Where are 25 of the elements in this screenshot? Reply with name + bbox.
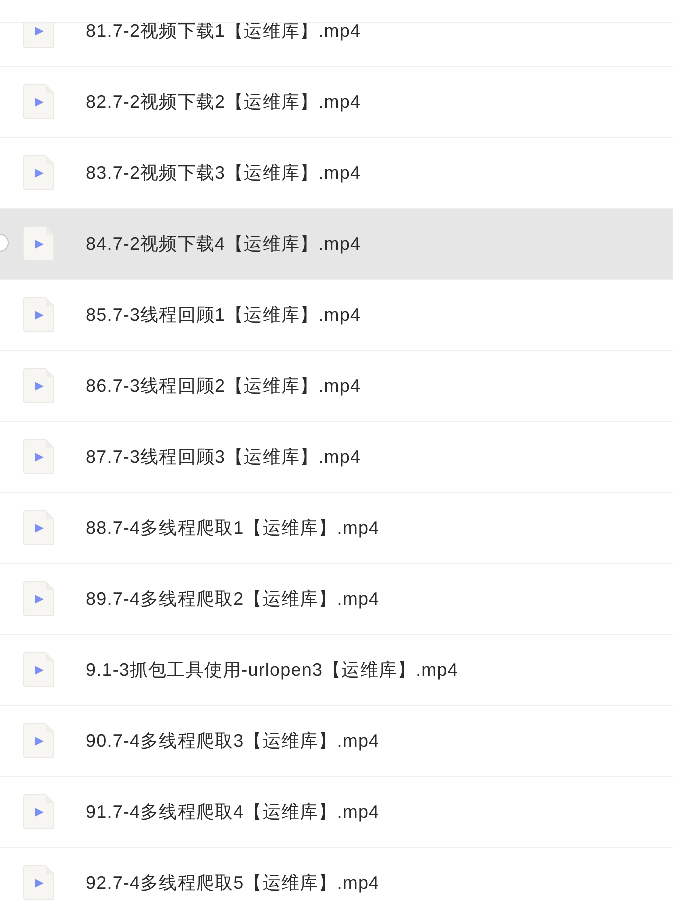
file-name: 9.1-3抓包工具使用-urlopen3【运维库】.mp4 [86, 659, 458, 682]
file-name: 90.7-4多线程爬取3【运维库】.mp4 [86, 730, 380, 753]
video-file-icon [23, 510, 55, 546]
video-file-icon [23, 84, 55, 120]
file-name: 89.7-4多线程爬取2【运维库】.mp4 [86, 588, 380, 611]
file-name: 82.7-2视频下载2【运维库】.mp4 [86, 91, 362, 114]
file-name: 84.7-2视频下载4【运维库】.mp4 [86, 233, 362, 256]
video-file-icon [23, 652, 55, 688]
file-row[interactable]: 84.7-2视频下载4【运维库】.mp4 [0, 209, 673, 280]
video-file-icon [23, 155, 55, 191]
file-name: 91.7-4多线程爬取4【运维库】.mp4 [86, 801, 380, 824]
video-file-icon [23, 439, 55, 475]
video-file-icon [23, 794, 55, 830]
file-name: 85.7-3线程回顾1【运维库】.mp4 [86, 304, 362, 327]
file-name: 86.7-3线程回顾2【运维库】.mp4 [86, 375, 362, 398]
video-file-icon [23, 581, 55, 617]
video-file-icon [23, 865, 55, 901]
file-name: 88.7-4多线程爬取1【运维库】.mp4 [86, 517, 380, 540]
video-file-icon [23, 368, 55, 404]
video-file-icon [23, 226, 55, 262]
video-file-icon [23, 297, 55, 333]
file-name: 83.7-2视频下载3【运维库】.mp4 [86, 162, 362, 185]
video-file-icon [23, 723, 55, 759]
file-name: 92.7-4多线程爬取5【运维库】.mp4 [86, 872, 380, 895]
file-name: 87.7-3线程回顾3【运维库】.mp4 [86, 446, 362, 469]
